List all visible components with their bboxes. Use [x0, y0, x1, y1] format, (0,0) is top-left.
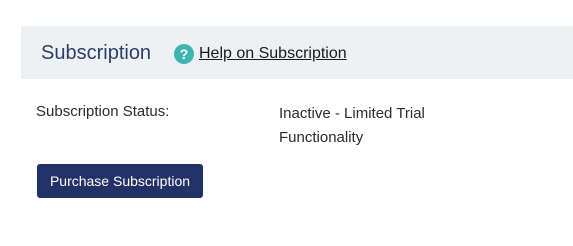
question-circle-icon[interactable]: ? [174, 44, 194, 64]
subscription-status-value: Inactive - Limited Trial Functionality [279, 102, 479, 150]
section-title: Subscription [41, 42, 152, 64]
subscription-page: Subscription ? Help on Subscription Subs… [0, 0, 573, 246]
status-value-line1: Inactive - Limited Trial [279, 105, 425, 122]
help-link[interactable]: ? Help on Subscription [174, 44, 347, 64]
subscription-status-label: Subscription Status: [36, 103, 170, 120]
help-link-label[interactable]: Help on Subscription [199, 45, 347, 63]
status-value-line2: Functionality [279, 129, 364, 146]
section-header: Subscription ? Help on Subscription [21, 26, 573, 79]
purchase-subscription-button[interactable]: Purchase Subscription [37, 164, 203, 198]
